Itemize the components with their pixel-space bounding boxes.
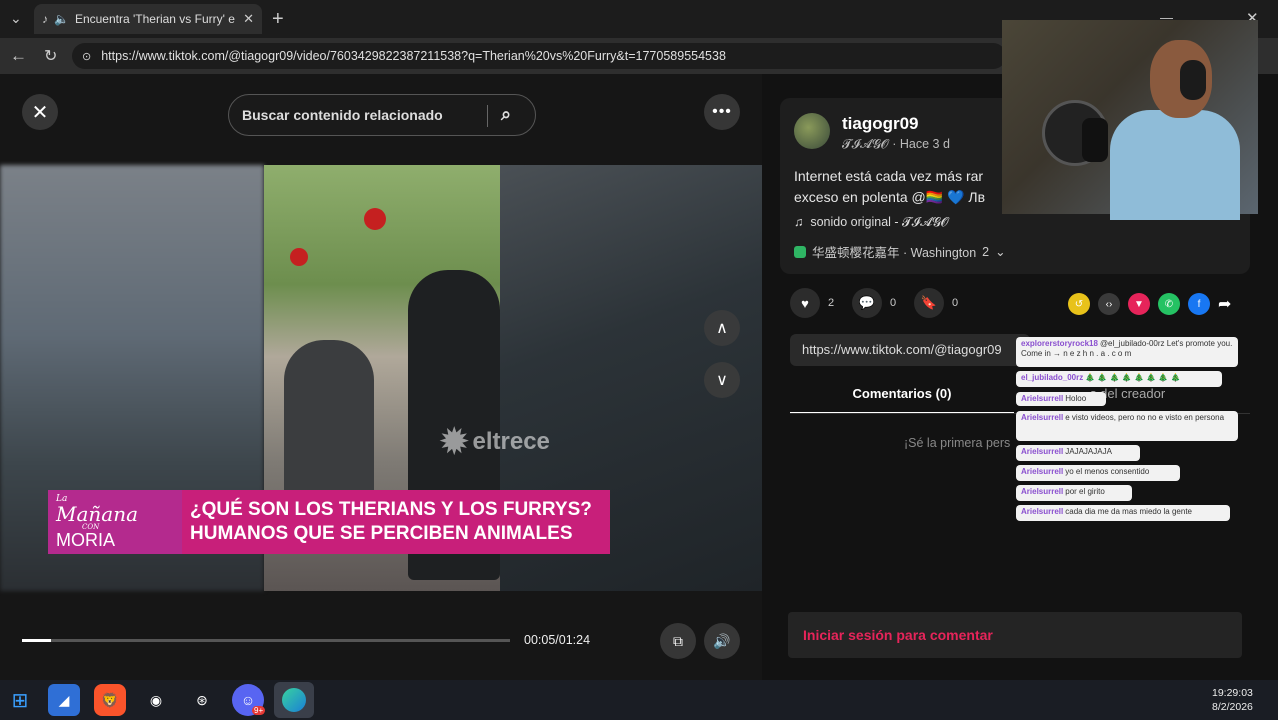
save-action[interactable]: 🔖 0 <box>914 288 958 318</box>
edge-browser-icon[interactable] <box>274 682 314 718</box>
lower-third-text: ¿QUÉ SON LOS THERIANS Y LOS FURRYS? HUMA… <box>182 490 610 554</box>
music-note-icon: ♫ <box>794 215 804 229</box>
login-to-comment-button[interactable]: Iniciar sesión para comentar <box>788 612 1242 658</box>
chat-message: Arielsurrell e visto videos, pero no no e… <box>1016 411 1238 441</box>
sound-link[interactable]: ♫ sonido original - 𝓣𝓘𝓐𝓖𝓞 <box>794 215 949 230</box>
more-options-button[interactable]: ••• <box>704 94 740 130</box>
close-tab-icon[interactable]: ✕ <box>243 11 254 27</box>
facebook-icon[interactable]: f <box>1188 293 1210 315</box>
repost-icon[interactable]: ↺ <box>1068 293 1090 315</box>
microphone-image <box>1082 118 1108 162</box>
comment-icon[interactable]: 💬 <box>852 288 882 318</box>
like-action[interactable]: ♥ 2 <box>790 288 834 318</box>
bookmark-icon[interactable]: 🔖 <box>914 288 944 318</box>
tab-list-chevron-icon[interactable]: ⌄ <box>10 10 22 27</box>
new-tab-icon[interactable]: + <box>272 8 284 31</box>
edge-logo-icon <box>282 688 306 712</box>
webcam-app-icon[interactable]: ◉ <box>140 684 172 716</box>
save-count: 0 <box>952 297 959 309</box>
headphones-image <box>1180 60 1206 100</box>
location-more: 2 <box>982 244 990 259</box>
headline-1: ¿QUÉ SON LOS THERIANS Y LOS FURRYS? <box>190 499 592 520</box>
share-arrow-icon[interactable]: ➦ <box>1218 294 1231 314</box>
start-windows-icon[interactable]: ⊞ <box>4 684 36 716</box>
search-divider <box>487 105 488 127</box>
clock-date: 8/2/2026 <box>1212 701 1253 713</box>
empty-comments-text: ¡Sé la primera pers <box>904 436 1011 450</box>
chat-message: Arielsurrell cada dia me da mas miedo la … <box>1016 505 1230 521</box>
location-icon <box>794 245 806 258</box>
system-clock[interactable]: 19:29:03 8/2/2026 <box>1212 686 1253 714</box>
chat-message: Arielsurrell por el girito <box>1016 485 1132 501</box>
whatsapp-icon[interactable]: ✆ <box>1158 293 1180 315</box>
lower-third-banner: La Mañana CON MORIA ¿QUÉ SON LOS THERIAN… <box>48 490 610 554</box>
lantern-image <box>364 208 386 230</box>
send-icon[interactable]: ▼ <box>1128 293 1150 315</box>
reload-icon[interactable]: ↻ <box>44 46 57 66</box>
streamer-body-image <box>1110 110 1240 220</box>
channel-watermark: ✹ eltrece <box>440 422 550 462</box>
progress-fill <box>22 639 52 642</box>
files-app-icon[interactable]: ◢ <box>48 684 80 716</box>
previous-video-button[interactable]: ∧ <box>704 310 740 346</box>
clock-time: 19:29:03 <box>1212 687 1253 699</box>
next-video-button[interactable]: ∨ <box>704 362 740 398</box>
discord-badge: 9+ <box>252 706 266 715</box>
comment-action[interactable]: 💬 0 <box>852 288 896 318</box>
gear-logo-icon: ✹ <box>440 423 469 461</box>
chat-message: Arielsurrell yo el menos consentido <box>1016 465 1180 481</box>
timecode: 00:05/01:24 <box>524 633 591 647</box>
chat-message: explorerstoryrock18 @el_jubilado-00rz Let… <box>1016 337 1238 367</box>
obs-icon[interactable]: ⊛ <box>186 684 218 716</box>
comment-count: 0 <box>890 297 897 309</box>
like-count: 2 <box>828 297 835 309</box>
embed-icon[interactable]: ‹› <box>1098 293 1120 315</box>
browser-tab[interactable]: ♪ 🔈 Encuentra 'Therian vs Furry' e ✕ <box>34 4 262 34</box>
heart-icon[interactable]: ♥ <box>790 288 820 318</box>
back-arrow-icon[interactable]: ← <box>10 46 27 66</box>
watermark-text: eltrece <box>472 428 550 455</box>
chat-message: Arielsurrell Holoo <box>1016 392 1106 406</box>
avatar[interactable] <box>794 113 830 149</box>
search-placeholder: Buscar contenido relacionado <box>242 107 443 123</box>
sound-text: sonido original - 𝓣𝓘𝓐𝓖𝓞 <box>810 215 949 229</box>
progress-bar[interactable] <box>22 639 510 642</box>
location-text: 华盛顿樱花嘉年 · Washington <box>812 246 977 260</box>
url-field[interactable]: ⊙ https://www.tiktok.com/@tiagogr09/vide… <box>72 43 1006 69</box>
chat-message: Arielsurrell JAJAJAJAJA <box>1016 445 1140 461</box>
volume-button[interactable]: 🔊 <box>704 623 740 659</box>
post-age: Hace 3 d <box>899 137 950 151</box>
brave-browser-icon[interactable]: 🦁 <box>94 684 126 716</box>
site-info-icon[interactable]: ⊙ <box>82 50 91 63</box>
tab-comments[interactable]: Comentarios (0) <box>790 386 1014 414</box>
display-name: 𝓣𝓘𝓐𝓖𝓞 <box>842 137 889 151</box>
tab-title: Encuentra 'Therian vs Furry' e <box>74 12 235 26</box>
tiktok-favicon-icon: ♪ <box>42 12 48 26</box>
speaker-icon[interactable]: 🔈 <box>54 12 69 26</box>
copy-link-field[interactable]: https://www.tiktok.com/@tiagogr09 <box>790 334 1030 366</box>
search-icon[interactable]: ⌕ <box>501 104 511 125</box>
post-meta: 𝓣𝓘𝓐𝓖𝓞 · Hace 3 d <box>842 137 950 151</box>
related-search-input[interactable]: Buscar contenido relacionado ⌕ <box>228 94 536 136</box>
location-link[interactable]: 华盛顿樱花嘉年 · Washington 2 ⌄ <box>794 242 1006 261</box>
username[interactable]: tiagogr09 <box>842 114 919 134</box>
close-video-button[interactable]: ✕ <box>22 94 58 130</box>
chat-message: el_jubilado_00rz 🎄 🎄 🎄 🎄 🎄 🎄 🎄 🎄 <box>1016 371 1222 387</box>
url-text: https://www.tiktok.com/@tiagogr09/video/… <box>101 49 726 63</box>
picture-in-picture-button[interactable]: ⧉ <box>660 623 696 659</box>
headline-2: HUMANOS QUE SE PERCIBEN ANIMALES <box>190 523 573 544</box>
show-logo: La Mañana CON MORIA <box>48 490 182 554</box>
lantern-image <box>290 248 308 266</box>
post-description: Internet está cada vez más rar exceso en… <box>794 168 986 205</box>
